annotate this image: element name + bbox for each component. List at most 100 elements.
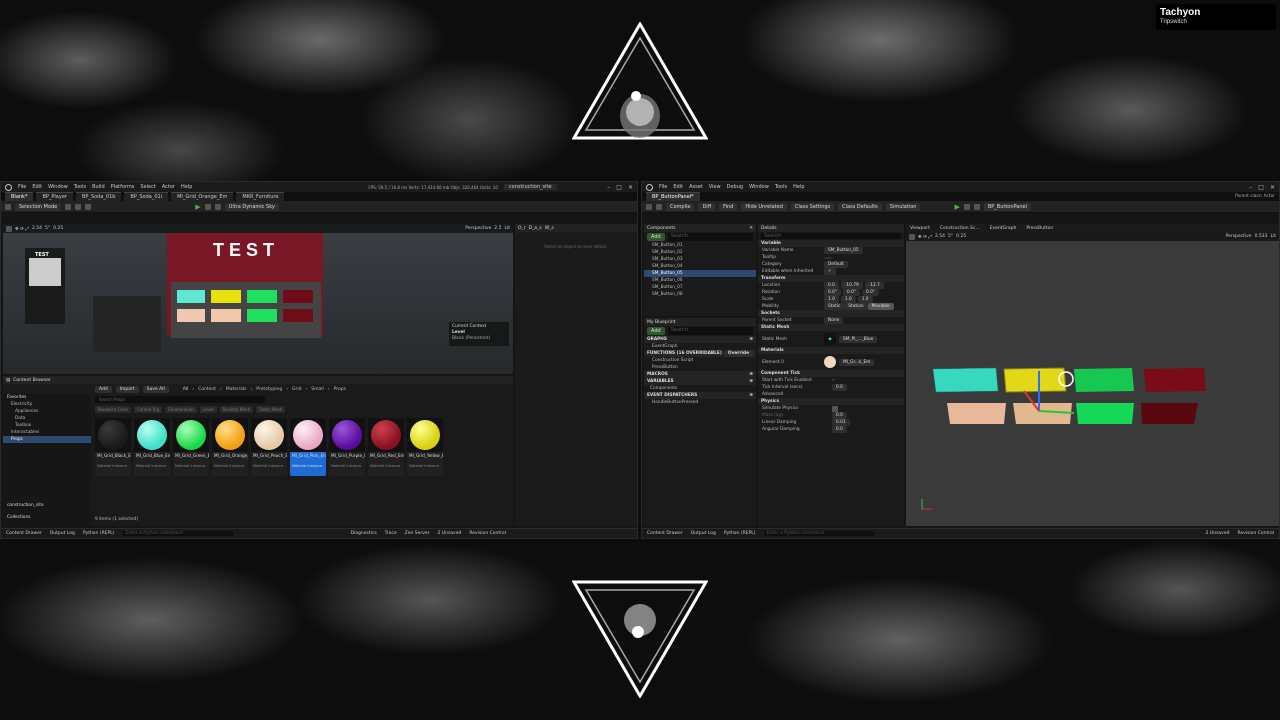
construction-script-item[interactable]: Construction Script [644, 357, 756, 364]
bp-camera-speed[interactable]: 0.25 [956, 234, 966, 239]
tab-bp-player[interactable]: BP_Player [36, 192, 73, 201]
detail-value[interactable] [824, 256, 832, 259]
trace-button[interactable]: Trace [385, 531, 397, 536]
asset-search-input[interactable]: Search Props [95, 396, 265, 403]
diagnostics-button[interactable]: Diagnostics [351, 531, 377, 536]
maximize-icon[interactable]: □ [1258, 184, 1264, 191]
cmd-input[interactable]: Enter a Python command [122, 531, 233, 536]
component-item[interactable]: SM_Button_02 [644, 249, 756, 256]
grid-scale[interactable]: 2.54 [32, 226, 42, 231]
variables-section[interactable]: VARIABLES ⊕ [644, 378, 756, 385]
asset-tile[interactable]: MI_Grid_Green_Em Material Instance [173, 418, 209, 476]
hide-unrelated-button[interactable]: Hide Unrelated [741, 202, 787, 211]
event-graph-item[interactable]: EventGraph [644, 343, 756, 350]
detail-value[interactable]: SM_Button_05 [824, 247, 863, 254]
scale-value[interactable]: 1.0 [824, 296, 839, 303]
component-item[interactable]: SM_Button_08 [644, 291, 756, 298]
component-item[interactable]: SM_Button_05 [644, 270, 756, 277]
minimize-icon[interactable]: – [607, 184, 610, 191]
diff-button[interactable]: Diff [698, 202, 716, 211]
revision-control-button[interactable]: Revision Control [1237, 531, 1274, 536]
viewport-menu-icon[interactable] [6, 225, 12, 232]
mobility-movable[interactable]: Movable [867, 303, 894, 310]
section-construction-site[interactable]: construction_site [3, 502, 91, 509]
filter-level[interactable]: Level [199, 406, 217, 413]
add-icon[interactable]: ⊕ [749, 337, 753, 342]
location-value[interactable]: 0.0 [824, 282, 839, 289]
component-tick-section[interactable]: Component Tick [758, 370, 904, 377]
scale-value[interactable]: 1.0 [840, 296, 856, 303]
compile-button[interactable]: Compile [666, 202, 695, 211]
cinematics-icon[interactable] [85, 203, 92, 210]
functions-section[interactable]: FUNCTIONS (16 OVERRIDABLE) Override [644, 350, 756, 357]
add-actor-icon[interactable] [65, 203, 72, 210]
content-drawer-button[interactable]: Content Drawer [647, 531, 683, 536]
asset-tile[interactable]: MI_Grid_Yellow_Em Material Instance [407, 418, 443, 476]
bp-menu-debug[interactable]: Debug [727, 184, 743, 190]
mobility-static[interactable]: Static [824, 303, 845, 310]
path-materials[interactable]: Materials [226, 387, 247, 392]
menu-file[interactable]: File [18, 184, 26, 190]
tab-bp-buttonpanel[interactable]: BP_ButtonPanel* [646, 192, 700, 201]
class-defaults-button[interactable]: Class Defaults [838, 202, 882, 211]
bp-menu-window[interactable]: Window [749, 184, 769, 190]
dispatchers-section[interactable]: EVENT DISPATCHERS ⊕ [644, 392, 756, 399]
bp-menu-view[interactable]: View [709, 184, 721, 190]
add-member-button[interactable]: Add [647, 327, 665, 335]
menu-actor[interactable]: Actor [162, 184, 175, 190]
tab-bp-soda-01i[interactable]: BP_Soda_01i [124, 192, 169, 201]
debug-target-dropdown[interactable]: BP_ButtonPanel [983, 202, 1032, 211]
unsaved-button[interactable]: 2 Unsaved [1206, 531, 1230, 536]
menu-window[interactable]: Window [48, 184, 68, 190]
advanced-row[interactable]: Advanced [758, 391, 904, 398]
asset-tile[interactable]: MI_Grid_Peach_Em Material Instance [251, 418, 287, 476]
viewport-menu-icon[interactable] [909, 233, 915, 240]
play-icon[interactable]: ▶ [954, 203, 959, 211]
path-prototyping[interactable]: Prototyping [256, 387, 282, 392]
sockets-section[interactable]: Sockets [758, 310, 904, 317]
menu-help[interactable]: Help [181, 184, 192, 190]
linear-damping-value[interactable]: 0.01 [832, 419, 850, 426]
asset-tile[interactable]: MI_Grid_Red_Em Material Instance [368, 418, 404, 476]
tab-bp-soda-01b[interactable]: BP_Soda_01b [75, 192, 122, 201]
press-button-item[interactable]: PressButton [644, 364, 756, 371]
folder-appliances[interactable]: Appliances [3, 408, 91, 415]
add-button[interactable]: Add [95, 385, 112, 393]
tab-event-graph[interactable]: EventGraph [990, 226, 1017, 231]
bp-menu-file[interactable]: File [659, 184, 667, 190]
component-item[interactable]: SM_Button_01 [644, 242, 756, 249]
outliner-col-2[interactable]: D_e_s [529, 226, 542, 231]
rotation-value[interactable]: 0.0° [842, 289, 860, 296]
static-mesh-section[interactable]: Static Mesh [758, 324, 904, 331]
cmd-input[interactable]: Enter a Python command [763, 531, 874, 536]
rotation-value[interactable]: 0.0° [824, 289, 841, 296]
menu-select[interactable]: Select [140, 184, 155, 190]
my-blueprint-search[interactable]: Search [667, 327, 753, 335]
class-settings-button[interactable]: Class Settings [790, 202, 835, 211]
materials-section[interactable]: Materials [758, 347, 904, 354]
perspective-button[interactable]: Perspective [465, 226, 491, 231]
simulate-physics-checkbox[interactable] [832, 405, 838, 412]
outliner-col-1[interactable]: O_r [518, 226, 526, 231]
cmd-dropdown[interactable]: Python (REPL) [83, 531, 115, 536]
bp-lit-button[interactable]: Lit [1270, 234, 1276, 239]
cmd-dropdown[interactable]: Python (REPL) [724, 531, 756, 536]
detail-value[interactable]: ✓ [824, 268, 836, 275]
close-icon[interactable]: ✕ [628, 184, 633, 191]
mass-value[interactable]: 0.0 [832, 412, 847, 419]
save-icon[interactable] [646, 203, 652, 210]
add-icon[interactable]: ⊕ [749, 372, 753, 377]
rotation-snap[interactable]: 5° [45, 226, 50, 231]
path-grid[interactable]: Grid [292, 387, 301, 392]
fov-value[interactable]: 2.5 [494, 226, 501, 231]
stop-icon[interactable] [973, 203, 980, 210]
tab-mi-grid-orange[interactable]: MI_Grid_Orange_Em [171, 192, 234, 201]
bp-perspective-button[interactable]: Perspective [1226, 234, 1252, 239]
add-component-button[interactable]: Add [647, 233, 665, 241]
tab-mkr-furniture[interactable]: MKR_Furniture [236, 192, 285, 201]
macros-section[interactable]: MACROS ⊕ [644, 371, 756, 378]
filter-static-mesh[interactable]: Static Mesh [256, 406, 286, 413]
bp-viewport-area[interactable]: Viewport Construction Sc... EventGraph P… [906, 224, 1279, 526]
add-icon[interactable]: ⊕ [749, 379, 753, 384]
material-value[interactable]: MI_Gr...k_Em [839, 358, 875, 366]
